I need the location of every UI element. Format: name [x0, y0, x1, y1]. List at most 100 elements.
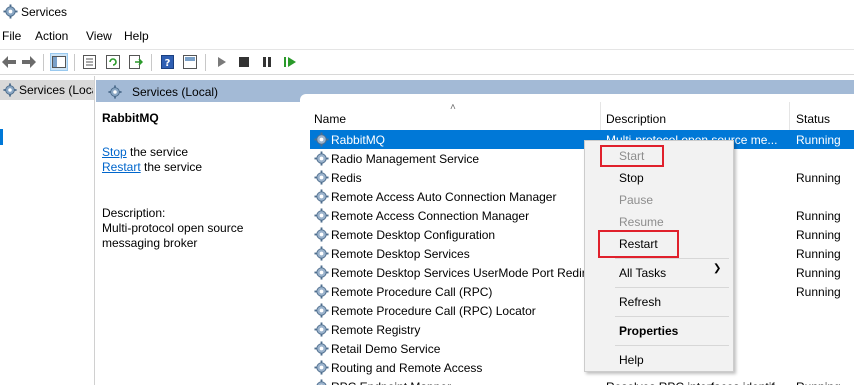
- menu-view[interactable]: View: [86, 29, 112, 43]
- restart-action-line: Restart the service: [102, 160, 202, 174]
- service-gear-icon: [314, 170, 329, 185]
- show-hide-tree-icon[interactable]: [50, 53, 68, 71]
- start-highlight-box: [600, 145, 664, 167]
- toolbar: ?: [0, 49, 854, 75]
- refresh-icon[interactable]: [104, 53, 122, 71]
- description-label: Description:: [102, 206, 166, 220]
- help-icon[interactable]: ?: [158, 53, 176, 71]
- service-row[interactable]: RabbitMQMulti-protocol open source me...…: [310, 130, 854, 149]
- service-row[interactable]: Routing and Remote AccessOffers rou... o…: [310, 358, 854, 377]
- menu-bar: File Action View Help: [0, 27, 854, 47]
- title-bar: Services: [0, 0, 854, 25]
- play-icon[interactable]: [213, 53, 231, 71]
- services-gear-icon: [108, 85, 122, 99]
- menu-file[interactable]: File: [2, 29, 21, 43]
- back-arrow-icon[interactable]: [0, 53, 18, 71]
- column-header-name[interactable]: Name: [314, 112, 346, 126]
- service-gear-icon: [314, 322, 329, 337]
- service-gear-icon: [314, 341, 329, 356]
- service-name: Remote Desktop Services: [331, 247, 470, 261]
- service-gear-icon: [314, 360, 329, 375]
- service-gear-icon: [314, 265, 329, 280]
- restart-service-link[interactable]: Restart: [102, 160, 141, 174]
- service-gear-icon: [314, 208, 329, 223]
- service-row[interactable]: Remote RegistryEnables re... modify ...: [310, 320, 854, 339]
- service-gear-icon: [314, 151, 329, 166]
- selected-service-name: RabbitMQ: [102, 111, 159, 125]
- service-name: RPC Endpoint Mapper: [331, 380, 599, 385]
- service-name: Remote Desktop Services UserMode Port Re…: [331, 266, 599, 280]
- stop-suffix: the service: [126, 145, 189, 159]
- toolbar-separator: [43, 54, 44, 71]
- description-text: Multi-protocol open source messaging bro…: [102, 221, 244, 250]
- service-gear-icon: [314, 284, 329, 299]
- service-row[interactable]: Remote Access Connection ManagerManages …: [310, 206, 854, 225]
- service-row[interactable]: Remote Procedure Call (RPC) LocatorIn Wi…: [310, 301, 854, 320]
- service-gear-icon: [314, 227, 329, 242]
- properties-icon[interactable]: [80, 53, 98, 71]
- service-row[interactable]: Remote Access Auto Connection ManagerCre…: [310, 187, 854, 206]
- console-icon[interactable]: [181, 53, 199, 71]
- tree-item-label: Services (Local): [19, 83, 93, 97]
- service-name: Remote Registry: [331, 323, 421, 337]
- service-row[interactable]: Remote Desktop ServicesAllows use... int…: [310, 244, 854, 263]
- service-row[interactable]: Remote Procedure Call (RPC)The RPCSS... …: [310, 282, 854, 301]
- service-gear-icon: [314, 189, 329, 204]
- export-list-icon[interactable]: [127, 53, 145, 71]
- content-header-title: Services (Local): [132, 85, 219, 99]
- restart-suffix: the service: [140, 160, 203, 174]
- service-row[interactable]: RPC Endpoint Mapper Resolves RPC interfac…: [310, 377, 854, 385]
- service-name: RabbitMQ: [331, 133, 386, 147]
- service-gear-icon: [314, 246, 329, 261]
- menu-action[interactable]: Action: [35, 29, 68, 43]
- stop-action-line: Stop the service: [102, 145, 188, 159]
- service-name: Routing and Remote Access: [331, 361, 483, 375]
- context-menu-all-tasks[interactable]: All Tasks: [619, 266, 666, 280]
- pause-icon[interactable]: [258, 53, 276, 71]
- service-status: Running: [796, 171, 841, 185]
- context-menu-help[interactable]: Help: [619, 353, 644, 367]
- stop-service-link[interactable]: Stop: [102, 145, 127, 159]
- context-menu-pause[interactable]: Pause: [619, 193, 653, 207]
- sort-ascending-icon: ˄: [450, 102, 456, 113]
- service-status: Running: [796, 285, 841, 299]
- focus-indicator: [0, 129, 3, 145]
- service-name: Retail Demo Service: [331, 342, 441, 356]
- service-row[interactable]: Radio Management ServiceRadio Mana... Ai…: [310, 149, 854, 168]
- tree-item-services-local[interactable]: Services (Local): [0, 80, 94, 100]
- services-gear-icon: [3, 83, 17, 97]
- column-header-description[interactable]: Description: [606, 112, 666, 126]
- service-name: Remote Access Connection Manager: [331, 209, 530, 223]
- service-status: Running: [796, 266, 841, 280]
- service-name: Remote Procedure Call (RPC): [331, 285, 493, 299]
- stop-icon[interactable]: [235, 53, 253, 71]
- context-menu-properties[interactable]: Properties: [619, 324, 678, 338]
- service-row[interactable]: RedisRedis... dis serverRunning: [310, 168, 854, 187]
- resume-icon[interactable]: [281, 53, 299, 71]
- context-menu-refresh[interactable]: Refresh: [619, 295, 661, 309]
- context-menu-stop[interactable]: Stop: [619, 171, 644, 185]
- service-description: Resolves RPC interfaces identif...: [606, 380, 786, 385]
- service-row[interactable]: Remote Desktop ConfigurationRemote De...…: [310, 225, 854, 244]
- service-status: Running: [796, 133, 841, 147]
- service-gear-icon: [314, 132, 329, 147]
- forward-arrow-icon[interactable]: [20, 53, 38, 71]
- window-title: Services: [21, 5, 68, 19]
- service-status: Running: [796, 380, 854, 385]
- menu-help[interactable]: Help: [124, 29, 149, 43]
- column-header-status[interactable]: Status: [796, 112, 830, 126]
- service-row[interactable]: Retail Demo ServiceThe Retail... control…: [310, 339, 854, 358]
- tree-pane: Services (Local): [0, 76, 95, 385]
- toolbar-separator: [205, 54, 206, 71]
- context-menu-resume[interactable]: Resume: [619, 215, 664, 229]
- service-status: Running: [796, 209, 841, 223]
- submenu-arrow-icon: ❯: [713, 263, 722, 274]
- services-gear-icon: [3, 4, 18, 19]
- service-row[interactable]: Remote Desktop Services UserMode Port Re…: [310, 263, 854, 282]
- svg-text:?: ?: [164, 58, 170, 69]
- service-status: Running: [796, 228, 841, 242]
- toolbar-separator: [151, 54, 152, 71]
- services-list: ˄ Name Description Status RabbitMQMulti-…: [310, 102, 854, 385]
- service-name: Remote Access Auto Connection Manager: [331, 190, 557, 204]
- service-name: Radio Management Service: [331, 152, 480, 166]
